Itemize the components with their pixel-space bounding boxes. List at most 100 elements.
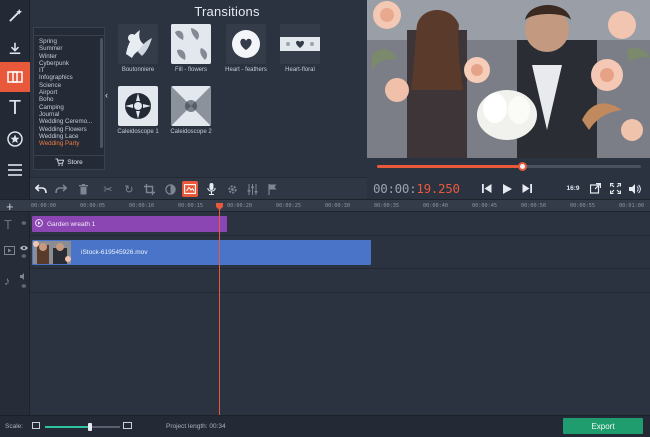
- category-item[interactable]: Science: [39, 82, 101, 89]
- transition-label: Caleidoscope 1: [108, 129, 168, 136]
- edit-toolbar: ✂ ↻: [30, 177, 367, 199]
- delete-icon[interactable]: [75, 181, 91, 197]
- category-list-panel: Spring Summer Winter Cyberpunk IT Infogr…: [33, 27, 105, 170]
- ruler-tick: 00:00:25: [276, 203, 301, 209]
- track-link-icon[interactable]: ⚭: [20, 218, 28, 229]
- scale-label: Scale:: [5, 423, 23, 430]
- category-item[interactable]: Winter: [39, 53, 101, 60]
- equalizer-icon[interactable]: [244, 181, 260, 197]
- video-track-icon: [4, 246, 15, 257]
- category-item[interactable]: IT: [39, 67, 101, 74]
- category-scrollbar[interactable]: [100, 38, 103, 148]
- transition-label: Heart - feathers: [216, 67, 276, 74]
- panel-title: Transitions: [112, 4, 342, 19]
- import-tool-icon[interactable]: [0, 33, 30, 63]
- scale-slider-handle[interactable]: [88, 423, 92, 431]
- ruler-tick: 00:00:15: [178, 203, 203, 209]
- transition-tile[interactable]: Heart-floral: [278, 24, 322, 74]
- category-item[interactable]: Spring: [39, 38, 101, 45]
- settings-gear-icon[interactable]: [224, 181, 240, 197]
- status-bar: Scale: Project length: 00:34 Export: [0, 415, 650, 437]
- timecode-display: 00:00:19.250: [373, 181, 460, 196]
- category-item[interactable]: Journal: [39, 111, 101, 118]
- titles-tool-icon[interactable]: T: [0, 93, 30, 123]
- transition-label: Heart-floral: [270, 67, 330, 74]
- category-item[interactable]: Airport: [39, 89, 101, 96]
- stickers-tool-icon[interactable]: [0, 124, 30, 154]
- transition-tile[interactable]: Caleidoscope 1: [116, 86, 160, 136]
- rotate-icon[interactable]: ↻: [121, 181, 137, 197]
- audio-track[interactable]: [30, 269, 650, 293]
- zoom-in-icon[interactable]: [123, 422, 132, 429]
- playback-scrub-handle[interactable]: [518, 162, 527, 171]
- track-link-icon[interactable]: ⚭: [20, 251, 28, 262]
- left-tool-bar: T: [0, 0, 30, 200]
- category-item[interactable]: Cyberpunk: [39, 60, 101, 67]
- undo-icon[interactable]: [33, 181, 49, 197]
- external-preview-icon[interactable]: [586, 180, 604, 197]
- more-tools-icon[interactable]: [0, 155, 30, 185]
- preview-frame-image: [367, 0, 650, 158]
- video-editor-window: T Spring Summer Winter Cyberpunk IT Info…: [0, 0, 650, 437]
- transition-tile[interactable]: Fill - flowers: [169, 24, 213, 74]
- title-clip[interactable]: Garden wreath 1: [32, 216, 227, 232]
- transition-tile[interactable]: Heart - feathers: [224, 24, 268, 74]
- category-item[interactable]: Summer: [39, 45, 101, 52]
- timeline-ruler[interactable]: + 00:00:00 00:00:05 00:00:10 00:00:15 00…: [0, 199, 650, 212]
- timeline-playhead[interactable]: [219, 203, 220, 415]
- category-item[interactable]: Camping: [39, 104, 101, 111]
- transitions-tool-icon[interactable]: [0, 62, 30, 92]
- timecode-fraction: 19.250: [416, 181, 459, 196]
- aspect-ratio-button[interactable]: 16:9: [564, 180, 582, 197]
- volume-icon[interactable]: [626, 180, 644, 197]
- ruler-tick: 00:00:20: [227, 203, 252, 209]
- split-icon[interactable]: ✂: [100, 181, 116, 197]
- crop-icon[interactable]: [141, 181, 157, 197]
- category-item[interactable]: Wedding Lace: [39, 133, 101, 140]
- transition-tile[interactable]: Caleidoscope 2: [169, 86, 213, 136]
- transition-tile[interactable]: Boutonniere: [116, 24, 160, 74]
- category-item[interactable]: Wedding Flowers: [39, 126, 101, 133]
- category-search-field[interactable]: [34, 28, 104, 36]
- skip-forward-icon[interactable]: [518, 180, 536, 197]
- ruler-tick: 00:00:30: [325, 203, 350, 209]
- track-link-icon[interactable]: ⚭: [20, 281, 28, 292]
- caleidoscope-2-thumbnail: [171, 86, 211, 126]
- category-item-selected[interactable]: Wedding Party: [39, 140, 101, 147]
- marker-flag-icon[interactable]: [264, 181, 280, 197]
- heart-feathers-thumbnail: [226, 24, 266, 64]
- ruler-tick: 00:00:55: [570, 203, 595, 209]
- scale-slider-fill: [45, 426, 90, 428]
- video-preview[interactable]: [367, 0, 650, 158]
- play-icon[interactable]: [498, 180, 516, 197]
- title-track-icon: T: [4, 217, 12, 232]
- category-item[interactable]: Wedding Ceremo...: [39, 118, 101, 125]
- heart-floral-thumbnail: [280, 24, 320, 64]
- ruler-tick: 00:00:35: [374, 203, 399, 209]
- fill-flowers-thumbnail: [171, 24, 211, 64]
- category-list: Spring Summer Winter Cyberpunk IT Infogr…: [39, 38, 101, 147]
- collapse-panel-icon[interactable]: ‹: [105, 90, 108, 100]
- microphone-icon[interactable]: [203, 181, 219, 197]
- clip-properties-icon[interactable]: [182, 181, 198, 197]
- title-clip-icon: [35, 219, 43, 229]
- skip-back-icon[interactable]: [478, 180, 496, 197]
- magic-wand-icon[interactable]: [0, 0, 30, 30]
- project-length-label: Project length:: [166, 423, 208, 430]
- store-button[interactable]: Store: [34, 155, 104, 169]
- export-button[interactable]: Export: [563, 418, 643, 434]
- transition-label: Fill - flowers: [161, 67, 221, 74]
- zoom-out-icon[interactable]: [32, 422, 40, 429]
- scale-slider[interactable]: [45, 426, 120, 428]
- category-item[interactable]: Boho: [39, 96, 101, 103]
- boutonniere-thumbnail: [118, 24, 158, 64]
- ruler-tick: 00:00:10: [129, 203, 154, 209]
- category-item[interactable]: Infographics: [39, 74, 101, 81]
- ruler-tick: 00:00:05: [80, 203, 105, 209]
- playback-progress-bar[interactable]: [377, 165, 641, 168]
- video-clip[interactable]: iStock-619545926.mov: [32, 240, 371, 265]
- color-adjust-icon[interactable]: [162, 181, 178, 197]
- fullscreen-icon[interactable]: [606, 180, 624, 197]
- audio-track-icon: ♪: [4, 274, 10, 288]
- redo-icon[interactable]: [53, 181, 69, 197]
